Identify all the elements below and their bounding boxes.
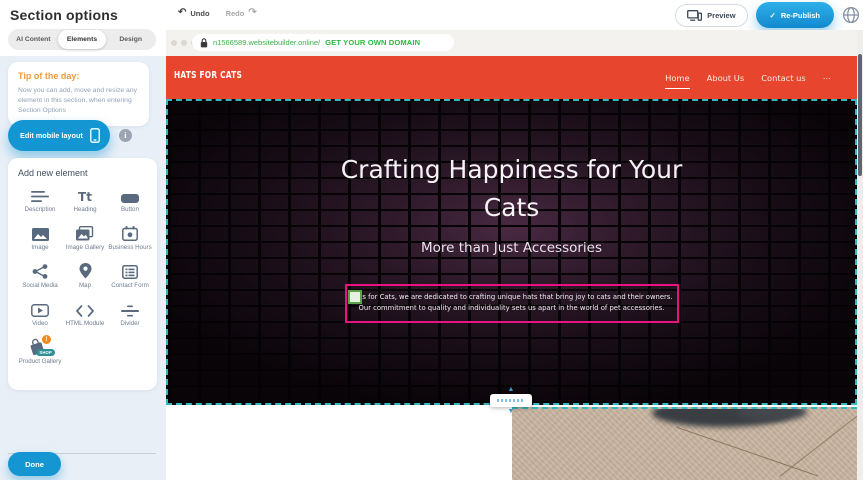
share-icon (32, 263, 48, 279)
element-resize-handle[interactable] (348, 290, 362, 304)
element-label: Product Gallery (19, 358, 62, 366)
element-item-video[interactable]: Video (18, 301, 62, 328)
arrow-up-icon: ▲ (508, 386, 515, 393)
element-item-html-module[interactable]: HTML Module (63, 301, 107, 328)
element-item-heading[interactable]: Tt Heading (63, 187, 107, 214)
nav-contact-us[interactable]: Contact us (761, 67, 806, 88)
hero-paragraph-selected[interactable]: Hats for Cats, we are dedicated to craft… (345, 284, 679, 323)
edit-mobile-layout-button[interactable]: Edit mobile layout (8, 120, 110, 151)
browser-chrome-bar: n1566589.websitebuilder.online/ GET YOUR… (166, 30, 857, 56)
element-label: HTML Module (66, 320, 105, 328)
nav-more-icon[interactable]: ⋯ (823, 67, 831, 88)
lock-icon (200, 38, 208, 48)
element-item-image-gallery[interactable]: Image Gallery (63, 225, 107, 252)
contact-form-icon (122, 263, 138, 279)
element-label: Contact Form (111, 282, 148, 290)
grip-dots-icon (497, 399, 525, 402)
next-section-photo[interactable] (512, 407, 857, 480)
phone-icon (90, 128, 100, 143)
hero-section-selected[interactable]: Crafting Happiness for Your Cats More th… (166, 99, 857, 405)
info-icon[interactable]: i (119, 129, 132, 142)
address-bar[interactable]: n1566589.websitebuilder.online/ GET YOUR… (192, 34, 454, 51)
site-header: HATS FOR CATS Home About Us Contact us ⋯ (166, 56, 857, 99)
code-icon (76, 301, 94, 317)
site-logo[interactable]: HATS FOR CATS (174, 70, 242, 81)
element-item-image[interactable]: Image (18, 225, 62, 252)
hero-heading[interactable]: Crafting Happiness for Your Cats (312, 151, 712, 226)
heading-icon: Tt (78, 187, 92, 203)
tip-of-the-day-card: Tip of the day: Now you can add, move an… (8, 62, 149, 126)
edit-mobile-layout-label: Edit mobile layout (20, 131, 83, 140)
nav-home[interactable]: Home (665, 67, 690, 89)
map-pin-icon (79, 263, 92, 279)
photo-seam-line (676, 427, 818, 477)
preview-canvas: n1566589.websitebuilder.online/ GET YOUR… (166, 0, 863, 480)
site-url: n1566589.websitebuilder.online/ (213, 38, 320, 47)
tab-design-label: Design (119, 36, 142, 43)
scrollbar-thumb[interactable] (858, 54, 862, 176)
page-title: Section options (10, 7, 118, 23)
element-item-map[interactable]: Map (63, 263, 107, 290)
tab-elements-label: Elements (67, 36, 97, 43)
tab-elements[interactable]: Elements (58, 30, 107, 49)
done-button[interactable]: Done (8, 452, 61, 476)
add-element-card: Add new element Description Tt Heading (8, 158, 157, 390)
text-lines-icon (31, 187, 50, 203)
element-grid: Description Tt Heading Button (18, 187, 153, 366)
arrow-down-icon: ▼ (508, 408, 515, 415)
business-hours-icon (122, 225, 138, 241)
element-label: Description (25, 206, 56, 214)
nav-about-us[interactable]: About Us (707, 67, 745, 88)
element-item-social-media[interactable]: Social Media (18, 263, 62, 290)
tip-title: Tip of the day: (18, 71, 139, 81)
element-label: Image (31, 244, 48, 252)
get-domain-link[interactable]: GET YOUR OWN DOMAIN (325, 38, 420, 47)
sidebar-tabs: AI Content Elements Design (8, 29, 156, 50)
tab-ai-content-label: AI Content (16, 36, 50, 43)
element-item-description[interactable]: Description (18, 187, 62, 214)
tab-ai-content[interactable]: AI Content (9, 30, 58, 49)
element-label: Button (121, 206, 139, 214)
video-icon (31, 301, 49, 317)
element-item-button[interactable]: Button (108, 187, 152, 214)
element-label: Social Media (22, 282, 57, 290)
element-item-divider[interactable]: Divider (108, 301, 152, 328)
button-icon (121, 187, 139, 203)
shop-bag-icon: ! SHOP (28, 339, 52, 355)
element-label: Video (32, 320, 48, 328)
grip-pill[interactable] (490, 394, 532, 407)
element-label: Divider (120, 320, 139, 328)
mobile-layout-row: Edit mobile layout i (8, 120, 132, 151)
app-window: Section options ↶ Undo Redo ↷ Preview ✓ … (0, 0, 863, 480)
hero-subheading[interactable]: More than Just Accessories (168, 240, 855, 256)
divider-icon (121, 301, 139, 317)
section-options-panel: Tip of the day: Now you can add, move an… (0, 56, 166, 480)
tab-design[interactable]: Design (106, 30, 155, 49)
element-item-contact-form[interactable]: Contact Form (108, 263, 152, 290)
element-label: Image Gallery (66, 244, 105, 252)
element-label: Heading (73, 206, 96, 214)
preview-scrollbar[interactable] (857, 30, 863, 480)
section-resize-handle[interactable]: ▲ ▼ (489, 386, 533, 415)
add-element-title: Add new element (18, 168, 153, 178)
element-label: Business Hours (108, 244, 151, 252)
element-item-business-hours[interactable]: Business Hours (108, 225, 152, 252)
element-label: Map (79, 282, 91, 290)
element-item-product-gallery[interactable]: ! SHOP Product Gallery (18, 339, 62, 366)
badge-icon: ! (42, 335, 51, 344)
image-gallery-icon (76, 225, 94, 241)
image-icon (32, 225, 49, 241)
shop-badge: SHOP (36, 349, 55, 356)
hero-paragraph-text: Hats for Cats, we are dedicated to craft… (350, 293, 672, 312)
tip-body: Now you can add, move and resize any ele… (18, 86, 139, 116)
site-nav: Home About Us Contact us ⋯ (665, 56, 831, 99)
